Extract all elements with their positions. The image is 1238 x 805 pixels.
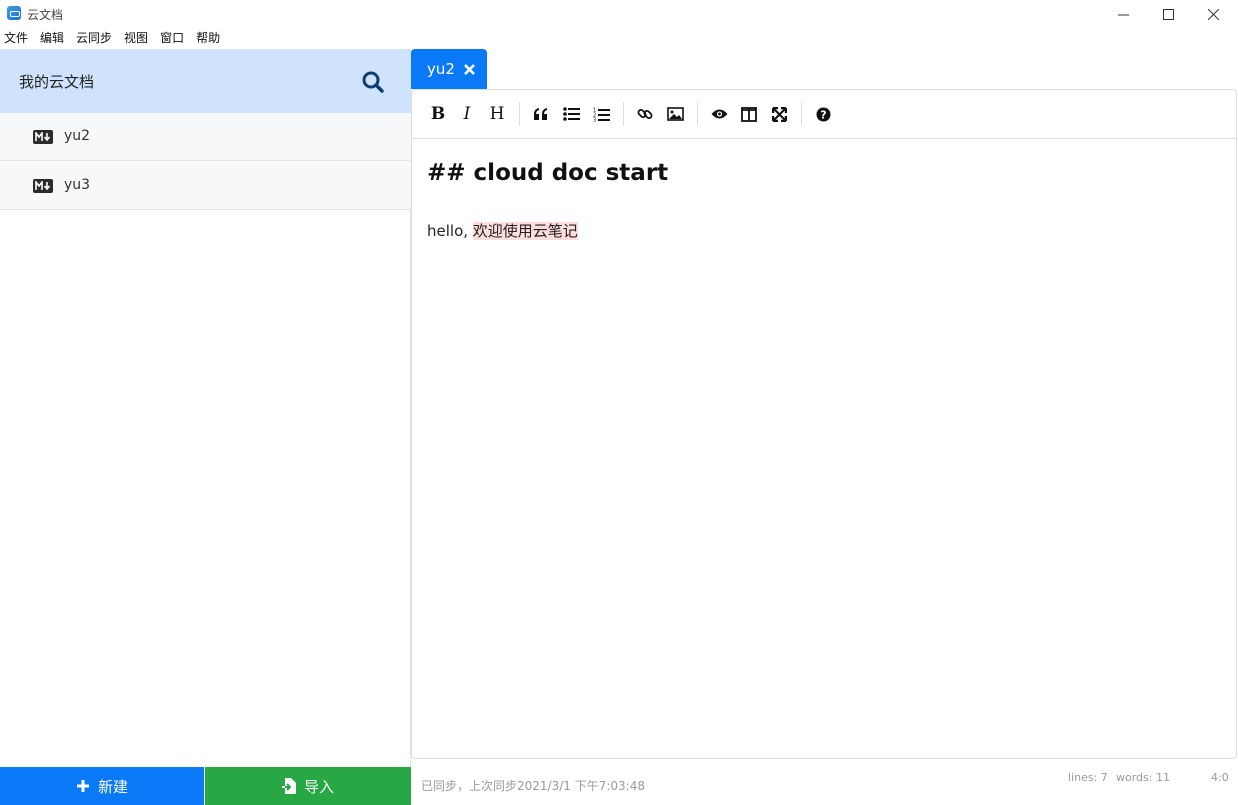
menu-bar: 文件 编辑 云同步 视图 窗口 帮助	[0, 28, 1238, 49]
cloud-doc-app-icon	[7, 6, 21, 20]
toolbar-divider	[519, 102, 520, 126]
cursor-position: 4:0	[1211, 771, 1229, 784]
word-count: words: 11	[1116, 771, 1170, 784]
line-count: lines: 7	[1068, 771, 1108, 784]
file-import-icon	[281, 778, 296, 794]
markdown-icon	[33, 179, 53, 193]
close-window-button[interactable]	[1190, 0, 1236, 28]
quote-icon[interactable]	[530, 103, 552, 125]
document-heading[interactable]: ## cloud doc start	[427, 160, 668, 186]
plus-icon	[76, 779, 90, 793]
sidebar-header: 我的云文档	[0, 49, 411, 113]
file-list-item[interactable]: yu3	[0, 162, 411, 210]
menu-window[interactable]: 窗口	[160, 28, 184, 49]
toolbar-divider	[801, 102, 802, 126]
heading-button[interactable]: H	[486, 103, 508, 125]
unordered-list-icon[interactable]	[560, 103, 582, 125]
tab-yu2[interactable]: yu2	[411, 49, 487, 89]
close-tab-icon[interactable]	[464, 63, 475, 75]
new-file-button[interactable]: 新建	[0, 767, 204, 805]
title-bar: 云文档	[0, 0, 1238, 28]
file-name: yu2	[64, 128, 91, 144]
new-file-label: 新建	[97, 777, 128, 796]
menu-file[interactable]: 文件	[4, 28, 28, 49]
sidebar: 我的云文档 yu2 yu3 新建 导入	[0, 49, 411, 805]
highlighted-text: 欢迎使用云笔记	[472, 222, 578, 240]
window-title: 云文档	[27, 8, 64, 22]
preview-eye-icon[interactable]	[708, 103, 730, 125]
sync-status: 已同步，上次同步2021/3/1 下午7:03:48	[421, 779, 645, 793]
maximize-button[interactable]	[1145, 0, 1191, 28]
maximize-icon	[1162, 8, 1174, 20]
menu-cloud-sync[interactable]: 云同步	[76, 28, 112, 49]
fullscreen-icon[interactable]	[768, 103, 790, 125]
line-text: hello,	[427, 222, 473, 240]
bold-button[interactable]: B	[427, 103, 449, 125]
close-icon	[1207, 8, 1219, 20]
toolbar-divider	[697, 102, 698, 126]
image-icon[interactable]	[664, 103, 686, 125]
import-button[interactable]: 导入	[205, 767, 411, 805]
toolbar-divider	[623, 102, 624, 126]
ordered-list-icon[interactable]: 123	[590, 103, 612, 125]
sidebar-title: 我的云文档	[19, 73, 95, 91]
document-line[interactable]: hello, 欢迎使用云笔记	[427, 220, 578, 241]
file-name: yu3	[64, 177, 91, 193]
import-label: 导入	[303, 777, 334, 796]
italic-button[interactable]: I	[456, 103, 478, 125]
file-list-item[interactable]: yu2	[0, 113, 411, 161]
menu-view[interactable]: 视图	[124, 28, 148, 49]
markdown-editor[interactable]: B I H 123 ? ## cloud doc start hello, 欢迎…	[411, 89, 1237, 759]
link-icon[interactable]	[634, 103, 656, 125]
menu-help[interactable]: 帮助	[196, 28, 220, 49]
markdown-icon	[33, 130, 53, 144]
svg-text:3: 3	[593, 117, 596, 122]
svg-text:?: ?	[820, 108, 826, 121]
search-icon[interactable]	[360, 69, 386, 95]
tab-label: yu2	[427, 60, 455, 78]
minimize-icon	[1117, 14, 1129, 15]
side-by-side-icon[interactable]	[738, 103, 760, 125]
help-icon[interactable]: ?	[812, 103, 834, 125]
minimize-button[interactable]	[1100, 0, 1146, 28]
menu-edit[interactable]: 编辑	[40, 28, 64, 49]
editor-toolbar: B I H 123 ?	[412, 90, 1236, 139]
